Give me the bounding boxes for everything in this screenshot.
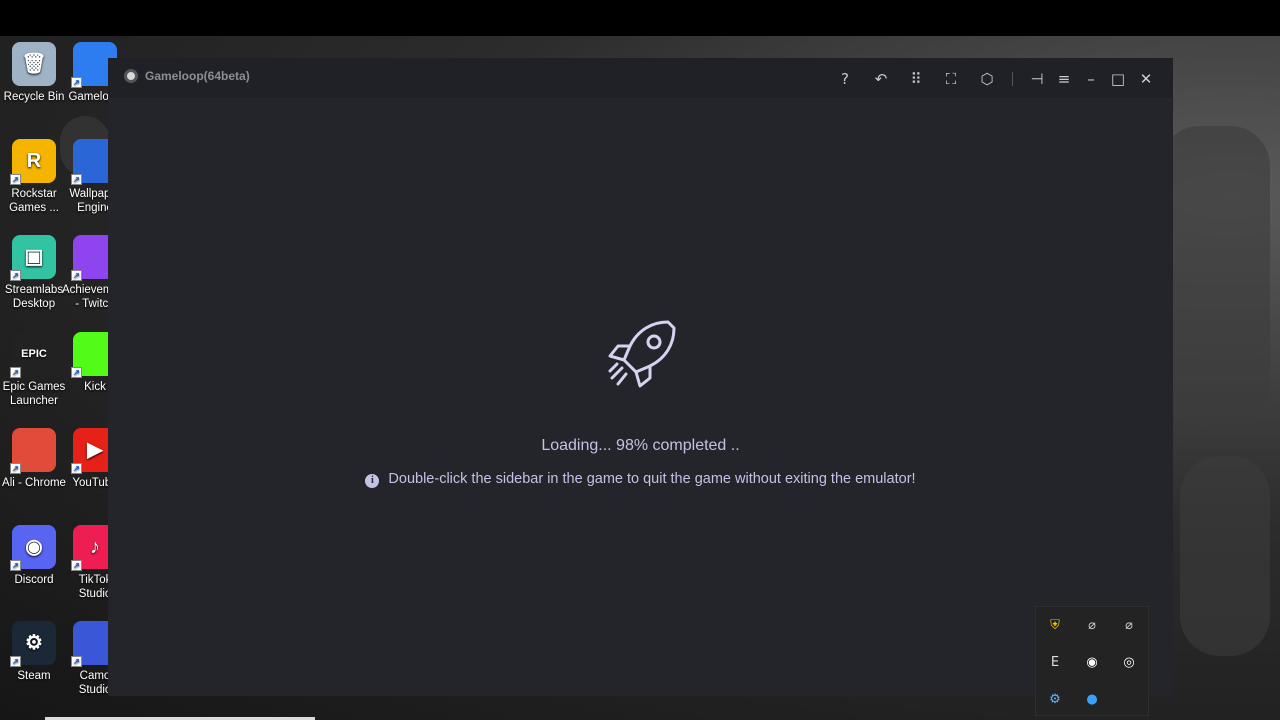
info-icon: i [365, 474, 380, 488]
undo-icon[interactable]: ↶ [870, 68, 892, 90]
window-title: Gameloop(64beta) [145, 69, 250, 83]
menu-icon[interactable]: ≡ [1053, 68, 1075, 90]
steam-icon: ⚙ ↗ [10, 621, 56, 667]
shortcut-arrow-icon: ↗ [71, 174, 82, 185]
desktop-icon-label: Recycle Bin [3, 91, 65, 103]
loading-progress-text: Loading... 98% completed .. [541, 437, 740, 454]
headset-tray-icon[interactable]: ◎ [1120, 654, 1138, 672]
discord-icon: ◉ ↗ [10, 525, 56, 571]
desktop-icon[interactable]: ⚙ ↗ Steam [1, 621, 67, 683]
window-titlebar[interactable]: Gameloop(64beta) ? ↶ ⠿ ⛶ ⬡ ⊣ ≡ – □ ✕ [108, 58, 1173, 98]
shortcut-arrow-icon: ↗ [71, 560, 82, 571]
recycle-bin-icon: 🗑 [12, 42, 56, 86]
shortcut-arrow-icon: ↗ [10, 656, 21, 667]
desktop-icon[interactable]: EPIC ↗ Epic Games Launcher [1, 332, 67, 408]
maximize-icon[interactable]: □ [1107, 68, 1129, 90]
windows-security-icon[interactable]: ⛨ [1046, 617, 1064, 635]
shortcut-arrow-icon: ↗ [10, 174, 21, 185]
desktop-icon[interactable]: ◉ ↗ Discord [1, 525, 67, 587]
shortcut-arrow-icon: ↗ [10, 367, 21, 378]
epic-games-icon: EPIC ↗ [10, 332, 56, 378]
minimize-icon[interactable]: – [1080, 68, 1102, 90]
epic-tray-icon[interactable]: E [1046, 654, 1064, 672]
toolbar-divider [1012, 72, 1013, 86]
tip-message: i Double-click the sidebar in the game to… [108, 471, 1173, 488]
network-off-icon[interactable]: ⌀ [1083, 617, 1101, 635]
desktop-icon[interactable]: 🗑 Recycle Bin [1, 42, 67, 104]
keyboard-icon[interactable]: ⠿ [905, 68, 927, 90]
fullscreen-icon[interactable]: ⛶ [940, 68, 962, 90]
close-icon[interactable]: ✕ [1135, 68, 1157, 90]
gameloop-window: Gameloop(64beta) ? ↶ ⠿ ⛶ ⬡ ⊣ ≡ – □ ✕ Loa… [108, 58, 1173, 696]
steam-tray-icon[interactable]: ⚙ [1046, 691, 1064, 709]
network-off-2-icon[interactable]: ⌀ [1120, 617, 1138, 635]
gameloop-logo-icon [124, 69, 138, 83]
shortcut-arrow-icon: ↗ [10, 463, 21, 474]
shortcut-arrow-icon: ↗ [71, 77, 82, 88]
desktop-icon-label: Ali - Chrome [2, 477, 66, 489]
desktop-icon-label: Epic Games Launcher [2, 381, 66, 407]
rocket-icon [608, 320, 676, 388]
tip-text: Double-click the sidebar in the game to … [388, 471, 916, 487]
shortcut-arrow-icon: ↗ [71, 367, 82, 378]
pin-icon[interactable]: ⊣ [1026, 68, 1048, 90]
top-black-bar [0, 0, 1280, 36]
desktop-icon[interactable]: R ↗ Rockstar Games ... [1, 139, 67, 215]
shortcut-arrow-icon: ↗ [10, 560, 21, 571]
chrome-icon: ↗ [10, 428, 56, 474]
shortcut-arrow-icon: ↗ [71, 463, 82, 474]
settings-cube-icon[interactable]: ⬡ [976, 68, 998, 90]
rockstar-icon: R ↗ [10, 139, 56, 185]
system-tray-flyout: ⛨ ⌀ ⌀ E ◉ ◎ ⚙ ● [1035, 606, 1149, 716]
help-icon[interactable]: ? [834, 68, 856, 90]
streamlabs-icon: ▣ ↗ [10, 235, 56, 281]
shortcut-arrow-icon: ↗ [71, 656, 82, 667]
gameloop-tray-icon[interactable]: ● [1083, 691, 1101, 709]
desktop-icon[interactable]: ↗ Ali - Chrome [1, 428, 67, 490]
desktop-icon-label: Steam [17, 670, 51, 682]
desktop-icon-label: Streamlabs Desktop [4, 284, 64, 310]
discord-tray-icon[interactable]: ◉ [1083, 654, 1101, 672]
shortcut-arrow-icon: ↗ [10, 270, 21, 281]
desktop-icon-label: Discord [14, 574, 54, 586]
shortcut-arrow-icon: ↗ [71, 270, 82, 281]
desktop-icon-label: Rockstar Games ... [9, 188, 59, 214]
desktop-icon[interactable]: ▣ ↗ Streamlabs Desktop [1, 235, 67, 311]
